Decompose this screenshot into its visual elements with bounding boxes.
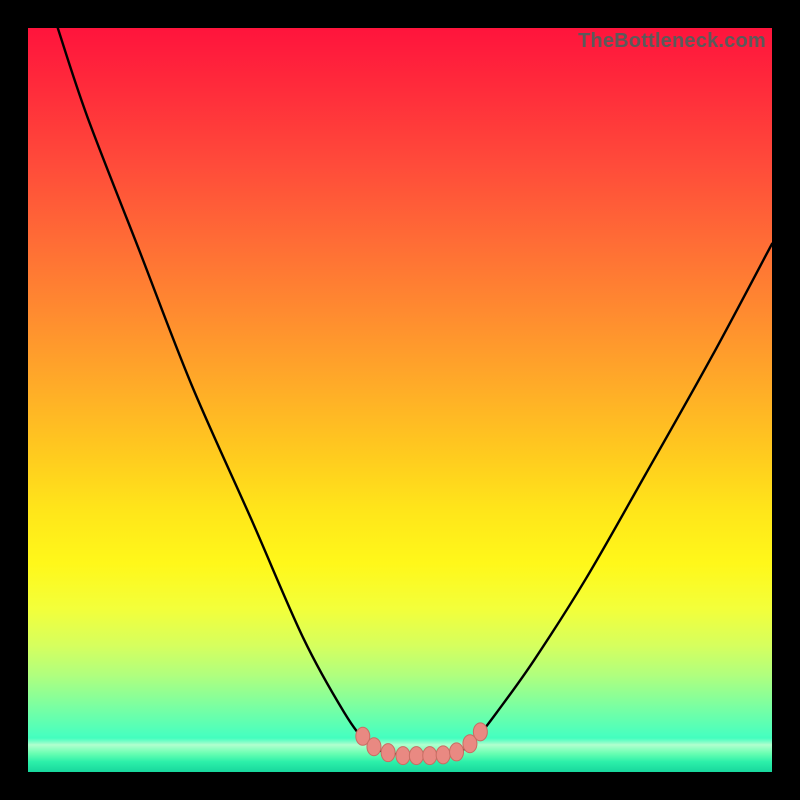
marker-dot [367, 738, 381, 756]
plot-area [28, 28, 772, 772]
marker-dot [473, 723, 487, 741]
marker-dot [396, 747, 410, 765]
bottleneck-curve [58, 28, 772, 756]
marker-dot [423, 747, 437, 765]
curve-layer [28, 28, 772, 772]
chart-frame: TheBottleneck.com [0, 0, 800, 800]
marker-dot [450, 743, 464, 761]
marker-dot [436, 746, 450, 764]
marker-dot [381, 744, 395, 762]
marker-dot [409, 747, 423, 765]
watermark-text: TheBottleneck.com [578, 30, 766, 53]
curve-markers [356, 723, 488, 765]
